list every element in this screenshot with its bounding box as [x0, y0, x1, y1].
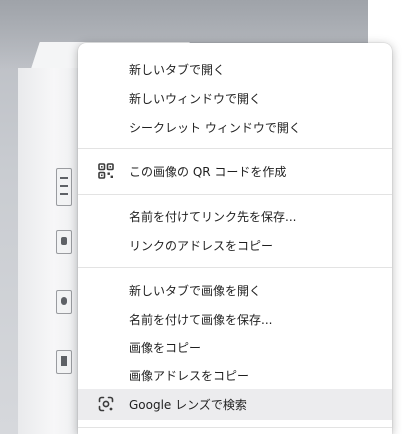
menu-item-label: 新しいタブで開く — [129, 63, 226, 77]
box-label-4 — [56, 350, 72, 374]
menu-separator — [78, 427, 392, 428]
box-label-3 — [56, 290, 72, 314]
menu-item-save-image-as[interactable]: 名前を付けて画像を保存... — [78, 305, 392, 334]
box-label-2 — [56, 230, 72, 254]
context-menu: 新しいタブで開く 新しいウィンドウで開く シークレット ウィンドウで開く この画… — [78, 43, 392, 434]
menu-item-label: 新しいタブで画像を開く — [129, 284, 262, 298]
menu-item-label: この画像の QR コードを作成 — [129, 165, 287, 179]
menu-item-open-image-new-tab[interactable]: 新しいタブで画像を開く — [78, 276, 392, 305]
menu-item-open-incognito[interactable]: シークレット ウィンドウで開く — [78, 113, 392, 142]
menu-item-copy-link-address[interactable]: リンクのアドレスをコピー — [78, 231, 392, 260]
menu-item-label: 新しいウィンドウで開く — [129, 92, 262, 106]
screen: 新しいタブで開く 新しいウィンドウで開く シークレット ウィンドウで開く この画… — [0, 0, 402, 434]
menu-item-copy-image[interactable]: 画像をコピー — [78, 333, 392, 362]
menu-item-open-new-window[interactable]: 新しいウィンドウで開く — [78, 84, 392, 113]
google-lens-icon — [98, 396, 114, 412]
menu-item-label: 名前を付けてリンク先を保存... — [129, 210, 297, 224]
menu-item-open-new-tab[interactable]: 新しいタブで開く — [78, 55, 392, 84]
menu-item-label: リンクのアドレスをコピー — [129, 239, 274, 253]
menu-item-label: 画像をコピー — [129, 341, 202, 355]
menu-item-search-google-lens[interactable]: Google レンズで検索 — [78, 389, 392, 420]
menu-separator — [78, 148, 392, 149]
menu-item-save-link-as[interactable]: 名前を付けてリンク先を保存... — [78, 202, 392, 231]
menu-item-label: シークレット ウィンドウで開く — [129, 121, 301, 135]
menu-separator — [78, 267, 392, 268]
menu-item-create-qr-code[interactable]: この画像の QR コードを作成 — [78, 157, 392, 186]
menu-item-label: 画像アドレスをコピー — [129, 369, 250, 383]
menu-item-copy-image-address[interactable]: 画像アドレスをコピー — [78, 361, 392, 390]
menu-item-label: Google レンズで検索 — [129, 398, 247, 412]
menu-item-label: 名前を付けて画像を保存... — [129, 313, 273, 327]
qr-code-icon — [98, 163, 114, 179]
menu-separator — [78, 194, 392, 195]
product-box-front — [18, 68, 79, 434]
box-label-1 — [56, 168, 72, 206]
